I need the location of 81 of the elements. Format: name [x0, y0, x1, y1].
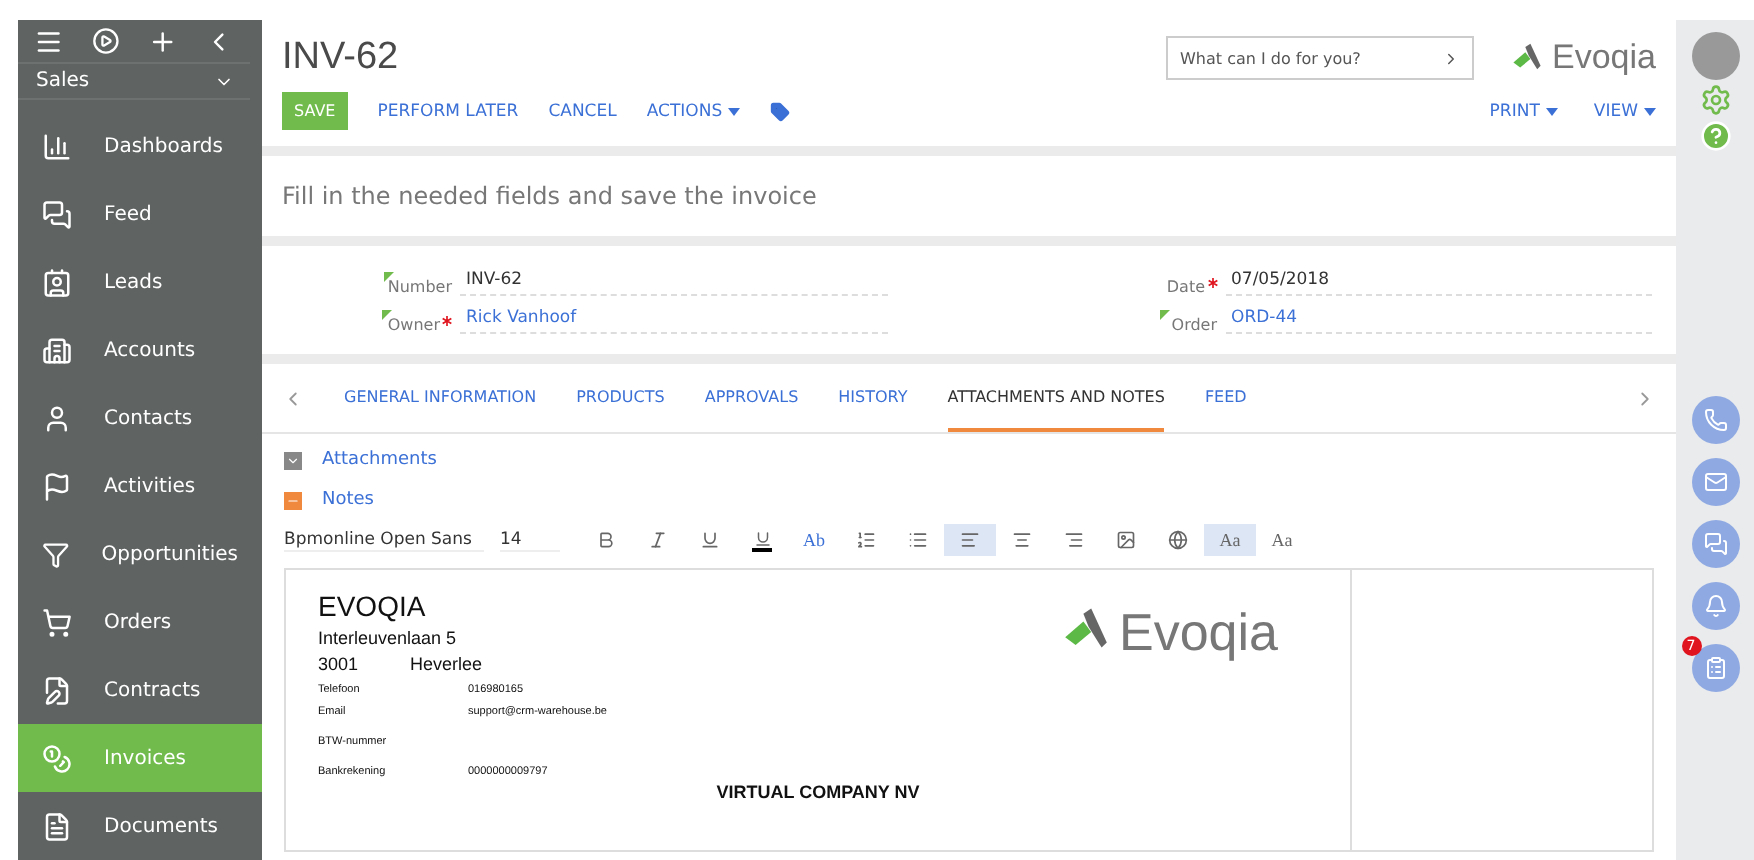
person-icon: [42, 403, 72, 433]
phone-icon: [1703, 408, 1727, 432]
chat-button[interactable]: [1691, 520, 1739, 568]
tab[interactable]: APPROVALS: [704, 364, 799, 432]
action-link[interactable]: CANCEL: [548, 93, 617, 129]
document-pen-icon: [42, 675, 72, 705]
contact-card-icon: [42, 267, 72, 297]
field-value[interactable]: Rick Vanhoof: [460, 304, 887, 334]
company-name: EVOQIA: [318, 590, 428, 622]
document-icon: [42, 811, 72, 841]
flag-icon: [42, 471, 72, 501]
caret-icon: [728, 107, 741, 115]
field-label: Date: [1027, 278, 1225, 296]
required-icon: [1207, 278, 1217, 288]
sidebar-item[interactable]: Leads: [18, 248, 262, 316]
sidebar-item[interactable]: Documents: [18, 792, 262, 860]
sidebar-item[interactable]: Activities: [18, 452, 262, 520]
funnel-icon: [42, 539, 70, 569]
field-value[interactable]: ORD-44: [1225, 304, 1652, 334]
required-icon: [442, 316, 452, 326]
caret-icon: [1545, 107, 1558, 115]
size-select[interactable]: 14: [500, 529, 560, 551]
chat-icon: [1703, 532, 1727, 556]
sidebar-item[interactable]: Contacts: [18, 384, 262, 452]
street-text: Interleuvenlaan 5: [318, 628, 459, 648]
caret-icon: [1644, 107, 1656, 115]
city-text: Heverlee: [410, 654, 483, 674]
field-label: Number: [262, 278, 460, 296]
clipboard-icon: [1703, 656, 1727, 680]
highlight-icon[interactable]: Ab: [788, 524, 840, 556]
field-label: Owner: [262, 316, 460, 334]
font-select[interactable]: Bpmonline Open Sans: [284, 529, 484, 551]
bell-icon: [1703, 594, 1727, 618]
phone-button[interactable]: [1691, 396, 1739, 444]
style-button[interactable]: Aa: [1256, 524, 1308, 556]
play-icon[interactable]: [91, 24, 120, 59]
cart-icon: [42, 607, 72, 637]
evoqia-logo: Evoqia: [1510, 38, 1656, 78]
field-label: Order: [1027, 316, 1225, 334]
coins-icon: [42, 743, 72, 773]
hint-text: Fill in the needed fields and save the invoice: [282, 182, 819, 210]
mail-button[interactable]: [1691, 458, 1739, 506]
tasks-button[interactable]: [1691, 644, 1739, 692]
chat-icon: [42, 199, 72, 229]
sidebar-item[interactable]: Accounts: [18, 316, 262, 384]
record-title: INV-62: [282, 36, 399, 80]
search-field[interactable]: What can I do for you?: [1166, 36, 1475, 80]
actions-menu[interactable]: ACTIONS: [646, 93, 741, 129]
avatar: [1691, 32, 1739, 80]
bar-chart-icon: [42, 131, 72, 161]
mail-icon: [1703, 470, 1727, 494]
building-icon: [42, 335, 72, 365]
zip-text: 3001: [318, 654, 359, 674]
align-left-icon[interactable]: [944, 524, 996, 556]
notification-button[interactable]: [1691, 582, 1739, 630]
style-button[interactable]: Aa: [1204, 524, 1256, 556]
tab[interactable]: FEED: [1204, 364, 1247, 432]
section-title[interactable]: Notes: [322, 490, 374, 510]
tab[interactable]: PRODUCTS: [576, 364, 665, 432]
sidebar-item[interactable]: Dashboards: [18, 112, 262, 180]
tab[interactable]: HISTORY: [838, 364, 908, 432]
menu-button[interactable]: PRINT: [1489, 93, 1558, 129]
action-link[interactable]: PERFORM LATER: [377, 93, 519, 129]
expand-icon[interactable]: [284, 451, 302, 469]
tag-icon[interactable]: [770, 101, 791, 121]
section-selector[interactable]: Sales: [18, 64, 250, 100]
evoqia-logo: Evoqia: [1059, 601, 1278, 663]
sidebar-item[interactable]: Opportunities: [18, 520, 262, 588]
document-heading: VIRTUAL COMPANY NV: [714, 782, 922, 802]
field-value[interactable]: INV-62: [460, 266, 887, 296]
sidebar-item[interactable]: Contracts: [18, 656, 262, 724]
help-icon[interactable]: [1699, 120, 1731, 152]
menu-button[interactable]: VIEW: [1593, 93, 1656, 129]
field-value[interactable]: 07/05/2018: [1225, 266, 1652, 296]
sidebar-item[interactable]: Feed: [18, 180, 262, 248]
section-title[interactable]: Attachments: [322, 450, 437, 470]
tab[interactable]: ATTACHMENTS AND NOTES: [947, 364, 1165, 432]
sidebar-item[interactable]: Orders: [18, 588, 262, 656]
tab[interactable]: GENERAL INFORMATION: [344, 364, 537, 432]
collapse-icon[interactable]: [284, 491, 302, 509]
settings-icon[interactable]: [1699, 84, 1731, 116]
